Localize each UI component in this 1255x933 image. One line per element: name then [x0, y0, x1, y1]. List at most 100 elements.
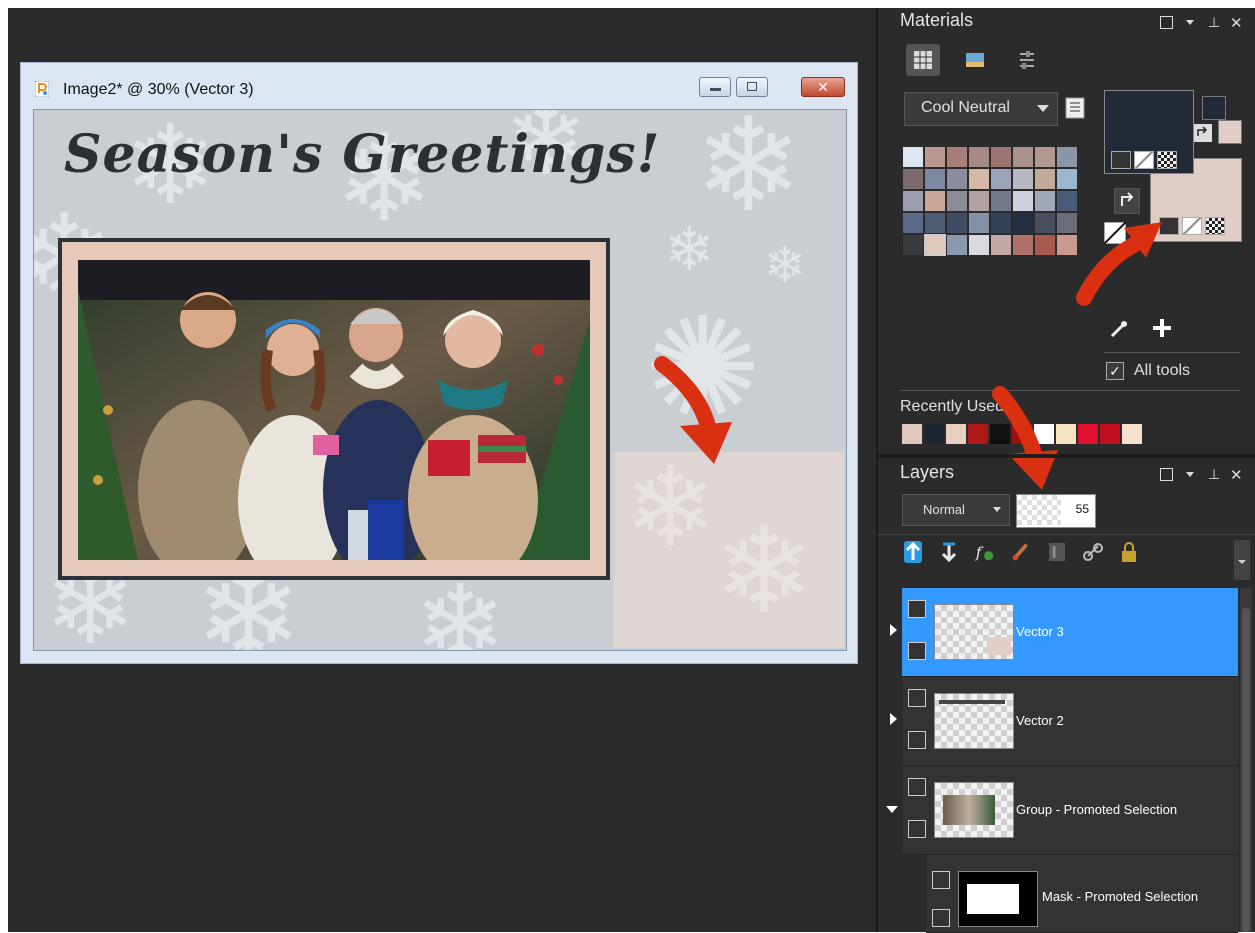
- palette-swatch[interactable]: [968, 234, 990, 256]
- palette-swatch[interactable]: [1034, 190, 1056, 212]
- pin-icon[interactable]: ⊥: [1208, 14, 1220, 31]
- palette-swatch[interactable]: [1034, 168, 1056, 190]
- layer-row-vector-3[interactable]: Vector 3: [890, 588, 1238, 677]
- palette-swatch[interactable]: [990, 146, 1012, 168]
- palette-swatch[interactable]: [902, 212, 924, 234]
- layer-row-vector-2[interactable]: Vector 2: [890, 677, 1238, 766]
- palette-swatch[interactable]: [1012, 212, 1034, 234]
- link-layers-button[interactable]: [1082, 540, 1104, 564]
- swap-colors-icon[interactable]: [1194, 124, 1212, 142]
- palette-swatch[interactable]: [968, 168, 990, 190]
- palette-swatch[interactable]: [1034, 146, 1056, 168]
- vector-3-rectangle[interactable]: ❄ ❄: [614, 452, 844, 648]
- palette-options-icon[interactable]: [1064, 96, 1086, 120]
- palette-swatch[interactable]: [902, 146, 924, 168]
- recent-swatch[interactable]: [1122, 424, 1142, 444]
- palette-swatch[interactable]: [946, 146, 968, 168]
- foreground-material-swatch[interactable]: [1104, 90, 1194, 174]
- background-color-mini[interactable]: [1218, 120, 1242, 144]
- visibility-eye-icon[interactable]: [908, 820, 926, 838]
- move-layer-up-button[interactable]: [902, 540, 924, 564]
- image-canvas[interactable]: ❄ ❄ ❄ ❄ ❄ ❄ ✺ ❄ ❄ ❄ ❄ ❄ ❄ Season's Greet…: [33, 109, 847, 651]
- palette-swatch[interactable]: [924, 168, 946, 190]
- palette-swatch[interactable]: [1012, 190, 1034, 212]
- palette-swatch[interactable]: [924, 212, 946, 234]
- palette-swatch[interactable]: [1056, 190, 1078, 212]
- palette-dropdown[interactable]: Cool Neutral: [904, 92, 1058, 126]
- lock-layer-button[interactable]: [1118, 540, 1140, 564]
- recent-swatch[interactable]: [1078, 424, 1098, 444]
- layers-scrollbar-thumb[interactable]: [1242, 608, 1250, 932]
- recent-swatch[interactable]: [1100, 424, 1120, 444]
- pattern-icon[interactable]: [1157, 151, 1177, 169]
- pin-icon[interactable]: ⊥: [1208, 466, 1220, 483]
- palette-swatch[interactable]: [946, 212, 968, 234]
- chevron-down-icon[interactable]: [1186, 472, 1194, 477]
- layer-brush-button[interactable]: [1010, 540, 1032, 564]
- palette-swatch[interactable]: [968, 212, 990, 234]
- palette-swatch[interactable]: [990, 234, 1012, 256]
- palette-swatch[interactable]: [946, 234, 968, 256]
- float-panel-icon[interactable]: [1160, 468, 1173, 481]
- palette-swatch[interactable]: [924, 146, 946, 168]
- visibility-eye-icon[interactable]: [932, 909, 950, 927]
- expand-arrow-icon[interactable]: [890, 624, 897, 636]
- close-button[interactable]: ✕: [801, 77, 845, 97]
- recent-swatch[interactable]: [924, 424, 944, 444]
- palette-swatch[interactable]: [1012, 234, 1034, 256]
- visibility-eye-icon[interactable]: [908, 731, 926, 749]
- layer-row-group-promoted-selection[interactable]: Group - Promoted Selection: [886, 766, 1238, 855]
- opacity-slider[interactable]: 55: [1016, 494, 1096, 528]
- close-icon[interactable]: ✕: [1230, 14, 1243, 32]
- float-panel-icon[interactable]: [1160, 16, 1173, 29]
- visibility-eye-icon[interactable]: [908, 642, 926, 660]
- palette-swatch[interactable]: [1056, 168, 1078, 190]
- layer-mask-button[interactable]: [1046, 540, 1068, 564]
- palette-swatch[interactable]: [990, 212, 1012, 234]
- palette-swatch[interactable]: [946, 190, 968, 212]
- layer-effects-button[interactable]: f: [974, 540, 996, 564]
- maximize-button[interactable]: [736, 77, 768, 97]
- tab-frame-swatches[interactable]: [906, 44, 940, 76]
- palette-swatch[interactable]: [924, 190, 946, 212]
- recent-swatch[interactable]: [902, 424, 922, 444]
- chevron-down-icon[interactable]: [1186, 20, 1194, 25]
- minimize-button[interactable]: [699, 77, 731, 97]
- pattern-icon[interactable]: [1205, 217, 1225, 235]
- gradient-icon[interactable]: [1182, 217, 1202, 235]
- collapse-arrow-icon[interactable]: [886, 806, 898, 813]
- close-icon[interactable]: ✕: [1230, 466, 1243, 484]
- move-layer-down-button[interactable]: [938, 540, 960, 564]
- recent-swatch[interactable]: [946, 424, 966, 444]
- palette-swatch[interactable]: [1034, 212, 1056, 234]
- palette-swatch[interactable]: [902, 168, 924, 190]
- color-dropdown-icon[interactable]: [1111, 151, 1131, 169]
- palette-swatch[interactable]: [1034, 234, 1056, 256]
- palette-swatch[interactable]: [968, 146, 990, 168]
- foreground-color-mini[interactable]: [1202, 96, 1226, 120]
- all-tools-checkbox[interactable]: ✓: [1106, 362, 1124, 380]
- palette-swatch[interactable]: [902, 234, 924, 256]
- palette-swatch[interactable]: [990, 190, 1012, 212]
- layers-scrollbar[interactable]: [1240, 588, 1252, 932]
- layers-toolbar-menu-button[interactable]: [1234, 540, 1250, 580]
- layer-row-mask-promoted-selection[interactable]: Mask - Promoted Selection: [926, 855, 1238, 933]
- tab-rainbow[interactable]: [958, 44, 992, 76]
- palette-swatch[interactable]: [968, 190, 990, 212]
- expand-arrow-icon[interactable]: [890, 713, 897, 725]
- palette-swatch[interactable]: [946, 168, 968, 190]
- palette-swatch[interactable]: [990, 168, 1012, 190]
- document-titlebar[interactable]: Image2* @ 30% (Vector 3) ✕: [21, 63, 857, 107]
- add-swatch-icon[interactable]: [1150, 316, 1174, 340]
- palette-swatch[interactable]: [1012, 146, 1034, 168]
- palette-swatch[interactable]: [924, 234, 946, 256]
- tab-mixer[interactable]: [1010, 44, 1044, 76]
- swap-materials-icon[interactable]: [1114, 188, 1140, 214]
- recent-swatch[interactable]: [968, 424, 988, 444]
- document-window[interactable]: Image2* @ 30% (Vector 3) ✕ ❄ ❄ ❄ ❄ ❄ ❄ ✺…: [20, 62, 858, 664]
- blend-mode-dropdown[interactable]: Normal: [902, 494, 1010, 526]
- eyedropper-icon[interactable]: [1108, 318, 1130, 340]
- palette-swatch[interactable]: [1056, 146, 1078, 168]
- palette-swatch-grid[interactable]: [902, 146, 1078, 256]
- palette-swatch[interactable]: [902, 190, 924, 212]
